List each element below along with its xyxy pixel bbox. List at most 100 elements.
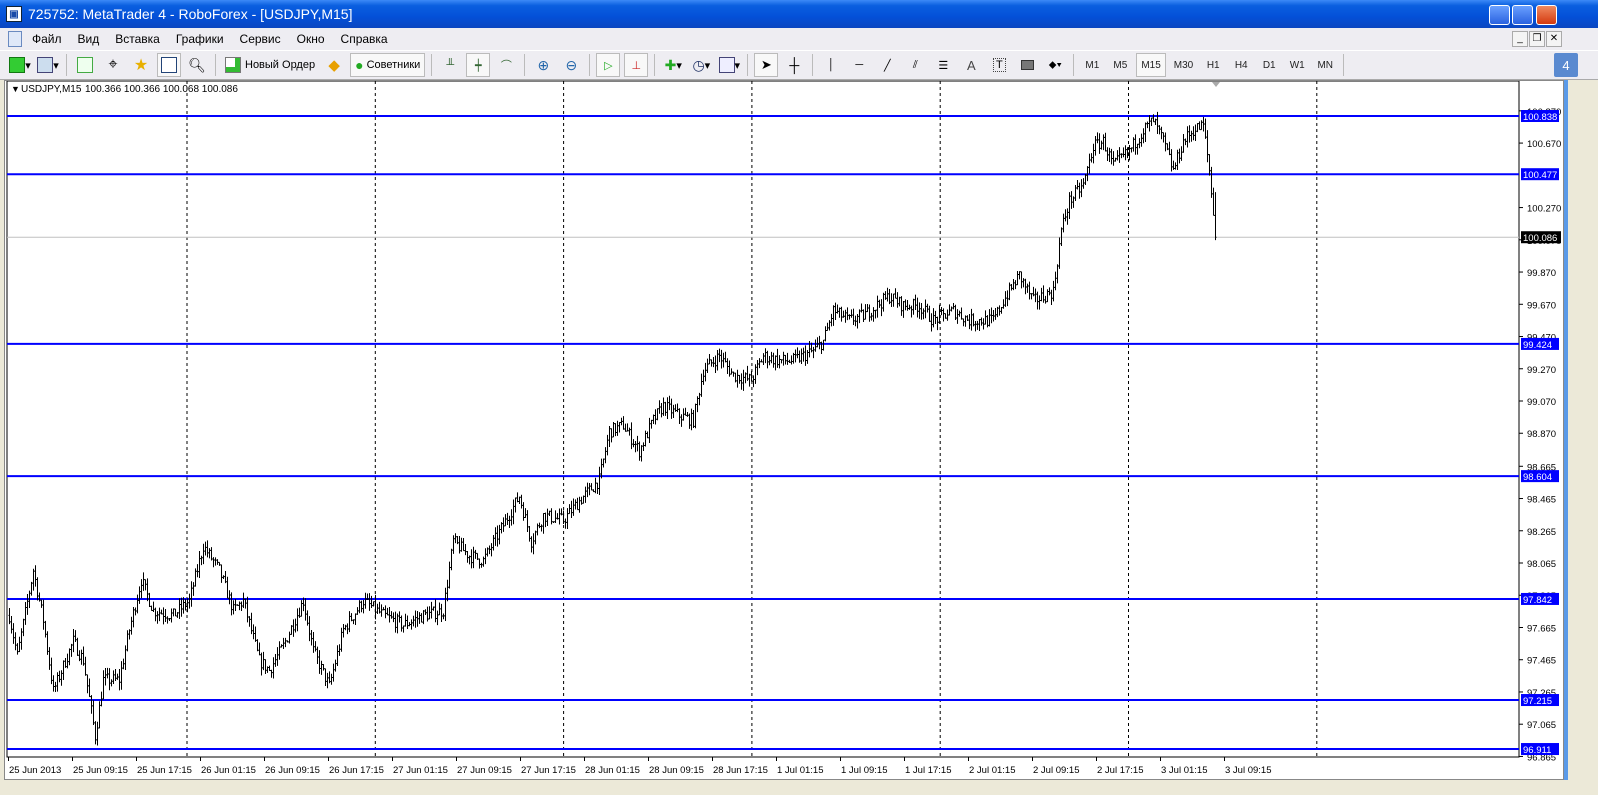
arrows-icon: ⬥▾: [1048, 58, 1062, 71]
separator: [812, 54, 814, 76]
notifications-count: 4: [1562, 57, 1570, 73]
x-tick-label: 25 Jun 09:15: [73, 765, 128, 776]
menu-help[interactable]: Справка: [341, 32, 388, 46]
timeframe-d1[interactable]: D1: [1257, 53, 1281, 77]
menu-file[interactable]: Файл: [32, 32, 62, 46]
timeframe-w1[interactable]: W1: [1285, 53, 1309, 77]
text-button[interactable]: A: [959, 53, 983, 77]
templates-button[interactable]: ▾: [717, 53, 741, 77]
new-chart-button[interactable]: ▾: [8, 53, 32, 77]
equidistant-channel-button[interactable]: ⫽: [903, 53, 927, 77]
price-chart[interactable]: 25 Jun 2013 25 Jun 09:15 25 Jun 17:15 26 Ju…: [5, 81, 1565, 781]
window-title: 725752: MetaTrader 4 - RoboForex - [USDJ…: [28, 6, 353, 22]
horizontal-line-button[interactable]: ─: [847, 53, 871, 77]
periods-button[interactable]: ◷ ▾: [689, 53, 713, 77]
strategy-tester-button[interactable]: 🔍︎: [185, 53, 209, 77]
text-label-button[interactable]: T: [987, 53, 1011, 77]
x-tick-label: 25 Jun 2013: [9, 765, 61, 776]
line-chart-button[interactable]: ⌒: [494, 53, 518, 77]
chart-shift-button[interactable]: ⊥: [624, 53, 649, 77]
minimize-button[interactable]: [1489, 5, 1510, 25]
symbol-dropdown-icon[interactable]: ▼: [11, 84, 20, 94]
plot-area: [6, 81, 1520, 758]
child-minimize-button[interactable]: _: [1512, 31, 1528, 47]
crosshair-button[interactable]: ┼: [782, 53, 806, 77]
maximize-button[interactable]: [1512, 5, 1533, 25]
timeframe-h1[interactable]: H1: [1201, 53, 1225, 77]
x-tick-label: 27 Jun 01:15: [393, 765, 448, 776]
separator: [1343, 54, 1345, 76]
menu-window[interactable]: Окно: [297, 32, 325, 46]
chart-symbol: USDJPY,M15: [21, 84, 82, 95]
favorites-button[interactable]: ★: [129, 53, 153, 77]
arrows-button[interactable]: ⬥▾: [1043, 53, 1067, 77]
cursor-button[interactable]: ➤: [754, 53, 779, 77]
close-button[interactable]: [1536, 5, 1557, 25]
vertical-line-button[interactable]: │: [819, 53, 843, 77]
menu-insert[interactable]: Вставка: [115, 32, 160, 46]
clock-icon: ◷: [692, 56, 705, 73]
y-tick-label: 99.670: [1527, 300, 1556, 311]
rectangle-button[interactable]: [1015, 53, 1039, 77]
profiles-button[interactable]: ▾: [36, 53, 60, 77]
indicators-button[interactable]: ✚ ▾: [661, 53, 685, 77]
menu-bar: Файл Вид Вставка Графики Сервис Окно Спр…: [0, 28, 1598, 50]
x-tick-label: 27 Jun 17:15: [521, 765, 576, 776]
menu-view[interactable]: Вид: [78, 32, 100, 46]
new-order-button[interactable]: Новый Ордер: [222, 53, 318, 77]
timeframe-m5[interactable]: M5: [1108, 53, 1132, 77]
child-restore-button[interactable]: ❐: [1529, 31, 1545, 47]
rectangle-icon: [1020, 60, 1034, 70]
zoom-in-button[interactable]: ⊕: [531, 53, 555, 77]
title-bar: ▣ 725752: MetaTrader 4 - RoboForex - [US…: [0, 0, 1598, 28]
market-watch-button[interactable]: [73, 53, 97, 77]
experts-button[interactable]: ● Советники: [350, 53, 426, 77]
chart-window-icon: [8, 31, 22, 47]
child-close-button[interactable]: ✕: [1546, 31, 1562, 47]
x-tick-label: 2 Jul 01:15: [969, 765, 1015, 776]
notifications-button[interactable]: 4: [1554, 53, 1578, 77]
separator: [66, 54, 67, 76]
timeframe-m15[interactable]: M15: [1136, 53, 1166, 77]
y-tick-label: 99.070: [1527, 397, 1556, 408]
star-folder-icon: ★: [133, 57, 149, 74]
timeframe-m30[interactable]: M30: [1170, 53, 1197, 77]
zoom-in-icon: ⊕: [537, 56, 550, 73]
fibonacci-button[interactable]: ☰: [931, 53, 955, 77]
line-price-label: 97.842: [1523, 595, 1552, 606]
navigator-button[interactable]: ⌖: [101, 53, 125, 77]
timeframe-m1[interactable]: M1: [1080, 53, 1104, 77]
x-tick-label: 3 Jul 09:15: [1225, 765, 1271, 776]
trendline-icon: ╱: [884, 59, 891, 72]
experts-icon: ●: [355, 57, 364, 73]
trendline-button[interactable]: ╱: [875, 53, 899, 77]
experts-label: Советники: [366, 59, 421, 71]
new-order-icon: [225, 57, 241, 73]
candlestick-button[interactable]: ┿: [466, 53, 491, 77]
timeframe-mn[interactable]: MN: [1313, 53, 1337, 77]
profiles-icon: [37, 57, 54, 73]
fibonacci-icon: ☰: [938, 59, 949, 72]
y-tick-label: 98.465: [1527, 495, 1556, 506]
bar-chart-button[interactable]: ╨: [438, 53, 462, 77]
line-price-label: 100.477: [1523, 170, 1557, 181]
x-tick-label: 25 Jun 17:15: [137, 765, 192, 776]
alert-button[interactable]: ◆: [322, 53, 346, 77]
autoscroll-icon: ▷: [604, 59, 613, 72]
crosshair-circle-icon: ⌖: [108, 56, 118, 73]
warning-icon: ◆: [328, 57, 340, 74]
terminal-button[interactable]: [157, 53, 181, 77]
x-tick-label: 1 Jul 01:15: [777, 765, 823, 776]
templates-icon: [718, 57, 735, 73]
autoscroll-button[interactable]: ▷: [596, 53, 621, 77]
menu-tools[interactable]: Сервис: [240, 32, 281, 46]
app-icon: ▣: [6, 6, 22, 22]
chart-window[interactable]: 25 Jun 2013 25 Jun 09:15 25 Jun 17:15 26 Ju…: [4, 80, 1564, 780]
menu-charts[interactable]: Графики: [176, 32, 224, 46]
separator: [431, 54, 433, 76]
zoom-out-button[interactable]: ⊖: [559, 53, 583, 77]
x-tick-label: 26 Jun 01:15: [201, 765, 256, 776]
text-label-icon: T: [992, 58, 1006, 72]
candlestick-icon: ┿: [475, 59, 482, 72]
timeframe-h4[interactable]: H4: [1229, 53, 1253, 77]
